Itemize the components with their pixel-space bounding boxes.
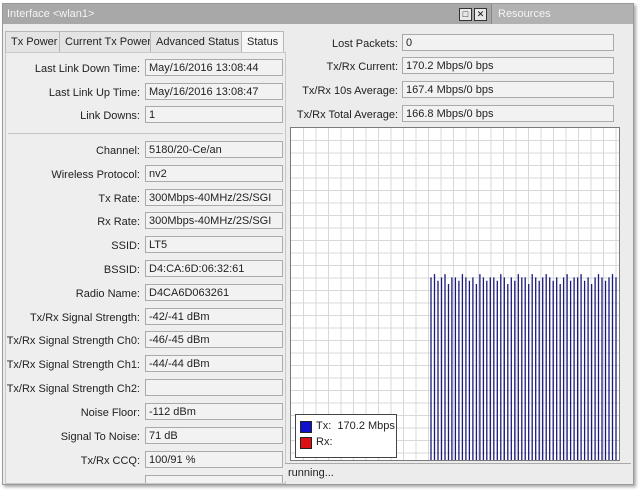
field-row: Tx/Rx Signal Strength Ch1: -44/-44 dBm: [6, 355, 285, 375]
traffic-field-row: Tx/Rx Total Average: 166.8 Mbps/0 bps: [285, 105, 615, 125]
field-label: BSSID:: [103, 264, 140, 276]
field-label: Channel:: [95, 145, 140, 157]
field-value[interactable]: -42/-41 dBm: [145, 308, 283, 325]
field-row: Tx Rate: 300Mbps-40MHz/2S/SGI: [6, 189, 285, 209]
field-value[interactable]: 100/91 %: [145, 451, 283, 468]
field-row: Rx Rate: 300Mbps-40MHz/2S/SGI: [6, 212, 285, 232]
field-row: Wireless Protocol: nv2: [6, 165, 285, 185]
field-value[interactable]: 1: [145, 106, 283, 123]
window-title: Interface <wlan1>: [7, 8, 95, 20]
traffic-field-value[interactable]: 167.4 Mbps/0 bps: [402, 81, 614, 98]
field-value[interactable]: 5180/20-Ce/an: [145, 141, 283, 158]
status-bar: running...: [285, 463, 631, 481]
interface-window: Interface <wlan1> □ ✕ Resources Tx Power…: [2, 3, 634, 485]
field-label: Wireless Protocol:: [51, 169, 140, 181]
field-row: Link Downs: 1: [6, 106, 285, 126]
field-label: Tx Rate:: [98, 193, 140, 205]
field-row: Tx/Rx Signal Strength: -42/-41 dBm: [6, 308, 285, 328]
field-row-partial: [6, 475, 285, 483]
field-label: Rx Rate:: [97, 216, 140, 228]
rx-legend-swatch: [300, 437, 312, 449]
field-value[interactable]: -46/-45 dBm: [145, 331, 283, 348]
field-label: Link Downs:: [80, 110, 140, 122]
field-row: Last Link Down Time: May/16/2016 13:08:44: [6, 59, 285, 79]
field-label: Tx/Rx Signal Strength Ch1:: [6, 359, 140, 371]
traffic-field-label: Lost Packets:: [331, 38, 398, 50]
field-value[interactable]: D4:CA:6D:06:32:61: [145, 260, 283, 277]
tab-advanced-status[interactable]: Advanced Status: [150, 31, 246, 53]
traffic-graph: Tx: 170.2 Mbps Rx:: [290, 127, 620, 461]
field-value[interactable]: nv2: [145, 165, 283, 182]
field-row: Signal To Noise: 71 dB: [6, 427, 285, 447]
field-label: Tx/Rx CCQ:: [80, 455, 140, 467]
field-value[interactable]: 300Mbps-40MHz/2S/SGI: [145, 212, 283, 229]
traffic-field-label: Tx/Rx Current:: [326, 61, 398, 73]
field-label: Signal To Noise:: [60, 431, 140, 443]
rx-legend-text: Rx:: [316, 436, 333, 448]
field-label: Last Link Up Time:: [48, 87, 140, 99]
traffic-field-value[interactable]: 166.8 Mbps/0 bps: [402, 105, 614, 122]
resources-label: Resources: [498, 8, 551, 20]
field-value[interactable]: -112 dBm: [145, 403, 283, 420]
traffic-field-label: Tx/Rx 10s Average:: [302, 85, 398, 97]
traffic-field-row: Tx/Rx 10s Average: 167.4 Mbps/0 bps: [285, 81, 615, 101]
field-label: Tx/Rx Signal Strength Ch2:: [6, 383, 140, 395]
resources-window-title[interactable]: Resources: [491, 4, 633, 24]
tab-current-tx-power[interactable]: Current Tx Power: [59, 31, 157, 53]
field-value[interactable]: 300Mbps-40MHz/2S/SGI: [145, 189, 283, 206]
field-value[interactable]: May/16/2016 13:08:44: [145, 59, 283, 76]
restore-button[interactable]: □: [459, 8, 472, 21]
field-row: Tx/Rx Signal Strength Ch2:: [6, 379, 285, 399]
field-row: Radio Name: D4CA6D063261: [6, 284, 285, 304]
field-value[interactable]: [145, 379, 283, 396]
field-row: Tx/Rx Signal Strength Ch0: -46/-45 dBm: [6, 331, 285, 351]
traffic-field-row: Tx/Rx Current: 170.2 Mbps/0 bps: [285, 57, 615, 77]
tx-legend-text: Tx: 170.2 Mbps: [316, 420, 395, 432]
title-bar[interactable]: Interface <wlan1> □ ✕ Resources: [3, 4, 633, 24]
field-label: SSID:: [111, 240, 140, 252]
field-value[interactable]: May/16/2016 13:08:47: [145, 83, 283, 100]
field-value[interactable]: LT5: [145, 236, 283, 253]
close-button[interactable]: ✕: [474, 8, 487, 21]
field-row: SSID: LT5: [6, 236, 285, 256]
traffic-field-row: Lost Packets: 0: [285, 34, 615, 54]
field-value[interactable]: [145, 475, 283, 483]
field-label: Noise Floor:: [80, 407, 140, 419]
tab-status[interactable]: Status: [241, 31, 285, 54]
status-fields-panel[interactable]: Last Link Down Time: May/16/2016 13:08:44…: [5, 52, 286, 484]
field-value[interactable]: -44/-44 dBm: [145, 355, 283, 372]
field-label: Last Link Down Time:: [34, 63, 140, 75]
field-row: Tx/Rx CCQ: 100/91 %: [6, 451, 285, 471]
traffic-graph-canvas: [291, 128, 619, 460]
graph-legend: Tx: 170.2 Mbps Rx:: [295, 414, 397, 458]
field-label: Tx/Rx Signal Strength Ch0:: [6, 335, 140, 347]
field-value[interactable]: 71 dB: [145, 427, 283, 444]
traffic-field-label: Tx/Rx Total Average:: [296, 109, 398, 121]
tx-legend-swatch: [300, 421, 312, 433]
field-label: Radio Name:: [75, 288, 140, 300]
field-label: Tx/Rx Signal Strength:: [29, 312, 140, 324]
field-row: Channel: 5180/20-Ce/an: [6, 141, 285, 161]
field-row: Noise Floor: -112 dBm: [6, 403, 285, 423]
traffic-field-value[interactable]: 0: [402, 34, 614, 51]
section-divider: [8, 133, 283, 134]
field-row: BSSID: D4:CA:6D:06:32:61: [6, 260, 285, 280]
traffic-field-value[interactable]: 170.2 Mbps/0 bps: [402, 57, 614, 74]
field-row: Last Link Up Time: May/16/2016 13:08:47: [6, 83, 285, 103]
tab-tx-power[interactable]: Tx Power: [5, 31, 64, 53]
field-value[interactable]: D4CA6D063261: [145, 284, 283, 301]
